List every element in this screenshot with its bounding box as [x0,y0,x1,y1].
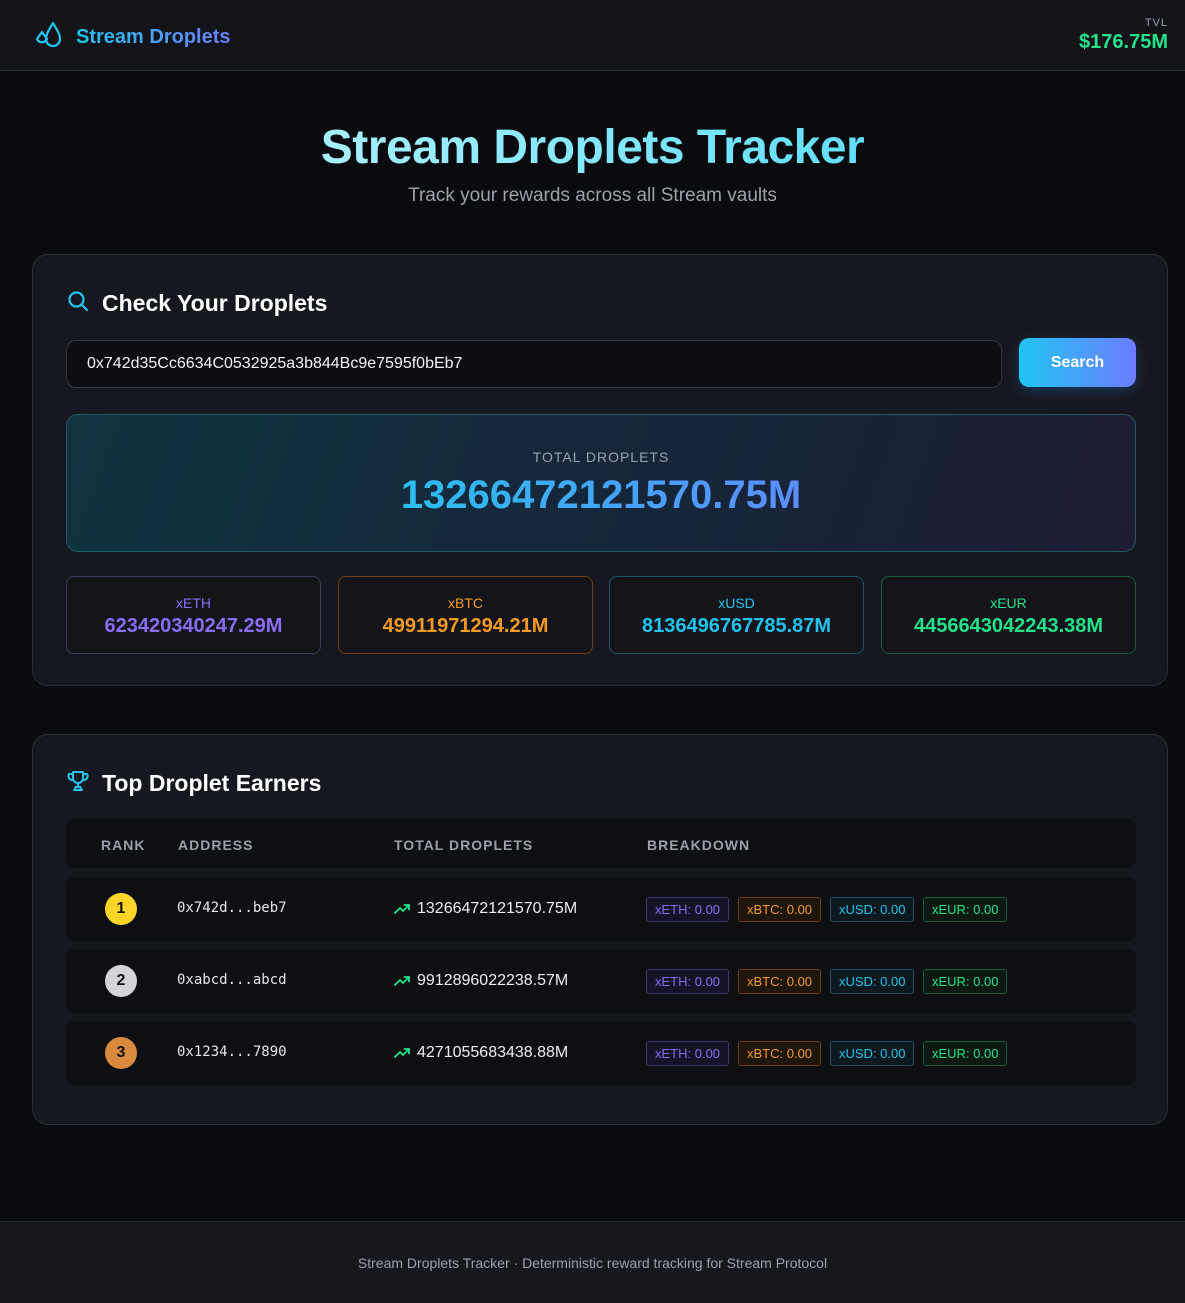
trending-up-icon [394,976,410,986]
rank-badge: 2 [105,965,137,997]
check-droplets-card: Check Your Droplets Search TOTAL DROPLET… [32,254,1168,686]
table-row[interactable]: 2 0xabcd...abcd 9912896022238.57M xETH: … [66,949,1136,1013]
rank-badge: 1 [105,893,137,925]
total-droplets-label: TOTAL DROPLETS [532,449,670,465]
row-total-droplets: 4271055683438.88M [417,1044,569,1061]
breakdown-chip-xbtc: xBTC: 0.00 [738,969,822,994]
vault-card-xusd: xUSD 8136496767785.87M [609,576,864,654]
column-header-rank: RANK [101,837,146,853]
search-button[interactable]: Search [1019,338,1136,387]
page-title: Stream Droplets Tracker [320,121,865,174]
brand[interactable]: Stream Droplets [34,20,231,55]
address-input[interactable] [66,340,1002,388]
search-icon [66,289,90,318]
table-row[interactable]: 3 0x1234...7890 4271055683438.88M xETH: … [66,1021,1136,1085]
hero: Stream Droplets Tracker Track your rewar… [0,120,1185,207]
vault-name: xETH [176,595,211,611]
column-header-breakdown: BREAKDOWN [647,837,751,853]
total-droplets-panel: TOTAL DROPLETS 13266472121570.75M [66,414,1136,552]
rank-badge: 3 [105,1037,137,1069]
tvl-display: TVL $176.75M [1079,17,1168,54]
trophy-icon [66,769,90,798]
vault-card-xbtc: xBTC 49911971294.21M [338,576,593,654]
footer-text: Stream Droplets Tracker · Deterministic … [357,1255,828,1271]
breakdown-chip-xusd: xUSD: 0.00 [830,897,915,922]
leaderboard-header: Top Droplet Earners [66,769,321,798]
total-droplets-value: 13266472121570.75M [400,473,802,517]
column-header-address: ADDRESS [178,837,254,853]
row-address: 0x742d...beb7 [177,900,287,916]
tvl-label: TVL [1144,17,1168,29]
vault-value: 4456643042243.38M [913,615,1104,637]
vault-breakdown: xETH 623420340247.29M xBTC 49911971294.2… [66,576,1136,654]
breakdown-chip-xeur: xEUR: 0.00 [923,1041,1008,1066]
column-header-total: TOTAL DROPLETS [394,837,534,853]
footer: Stream Droplets Tracker · Deterministic … [0,1221,1185,1303]
table-header: RANK ADDRESS TOTAL DROPLETS BREAKDOWN [66,819,1136,868]
vault-value: 49911971294.21M [382,615,549,637]
vault-card-xeth: xETH 623420340247.29M [66,576,321,654]
vault-name: xBTC [448,595,483,611]
droplets-icon [34,20,62,55]
breakdown-chip-xusd: xUSD: 0.00 [830,1041,915,1066]
brand-name: Stream Droplets [76,26,231,48]
vault-card-xeur: xEUR 4456643042243.38M [881,576,1136,654]
vault-name: xEUR [990,595,1027,611]
vault-value: 8136496767785.87M [641,615,832,637]
row-address: 0x1234...7890 [177,1044,287,1060]
breakdown-chip-xeth: xETH: 0.00 [646,897,730,922]
breakdown-chip-xeur: xEUR: 0.00 [923,969,1008,994]
breakdown-chip-xeur: xEUR: 0.00 [923,897,1008,922]
row-total-droplets: 9912896022238.57M [417,972,569,989]
breakdown-chip-xusd: xUSD: 0.00 [830,969,915,994]
vault-name: xUSD [718,595,755,611]
table-row[interactable]: 1 0x742d...beb7 13266472121570.75M xETH:… [66,877,1136,941]
row-total-droplets: 13266472121570.75M [417,900,578,917]
breakdown-chip-xeth: xETH: 0.00 [646,1041,730,1066]
breakdown-chip-xbtc: xBTC: 0.00 [738,897,822,922]
check-card-title: Check Your Droplets [102,290,328,316]
row-address: 0xabcd...abcd [177,972,287,988]
breakdown-chip-xeth: xETH: 0.00 [646,969,730,994]
leaderboard-card: Top Droplet Earners RANK ADDRESS TOTAL D… [32,734,1168,1125]
trending-up-icon [394,904,410,914]
tvl-value: $176.75M [1079,31,1168,53]
vault-value: 623420340247.29M [104,615,283,637]
top-bar: Stream Droplets TVL $176.75M [0,0,1185,71]
leaderboard-title: Top Droplet Earners [102,770,322,796]
trending-up-icon [394,1048,410,1058]
check-card-header: Check Your Droplets [66,289,327,318]
breakdown-chip-xbtc: xBTC: 0.00 [738,1041,822,1066]
page-subtitle: Track your rewards across all Stream vau… [408,185,777,206]
